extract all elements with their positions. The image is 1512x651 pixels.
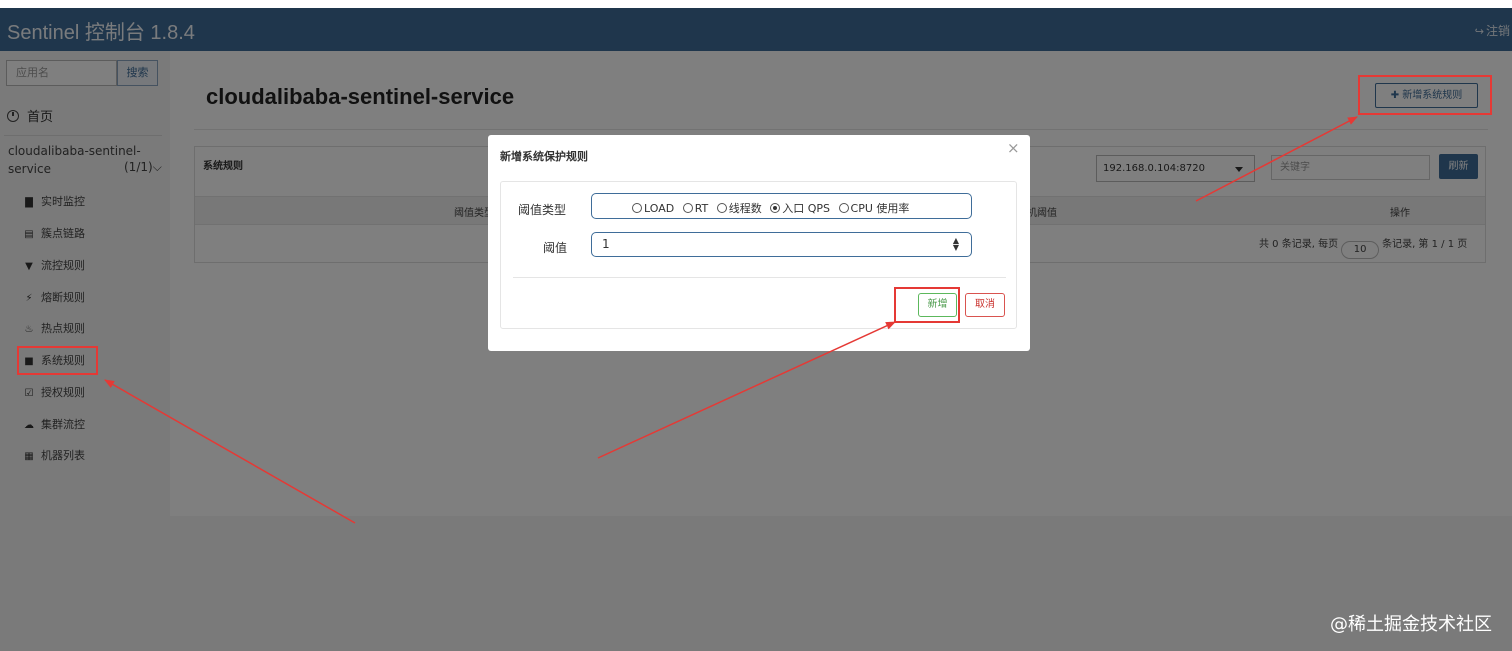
arrow-to-system-rules-menu (104, 379, 356, 524)
arrow-to-add-rule-button (1195, 116, 1358, 202)
arrow-to-add-button (597, 321, 896, 459)
watermark: @稀土掘金技术社区 (1330, 614, 1492, 635)
annotation-arrows (104, 116, 1358, 524)
